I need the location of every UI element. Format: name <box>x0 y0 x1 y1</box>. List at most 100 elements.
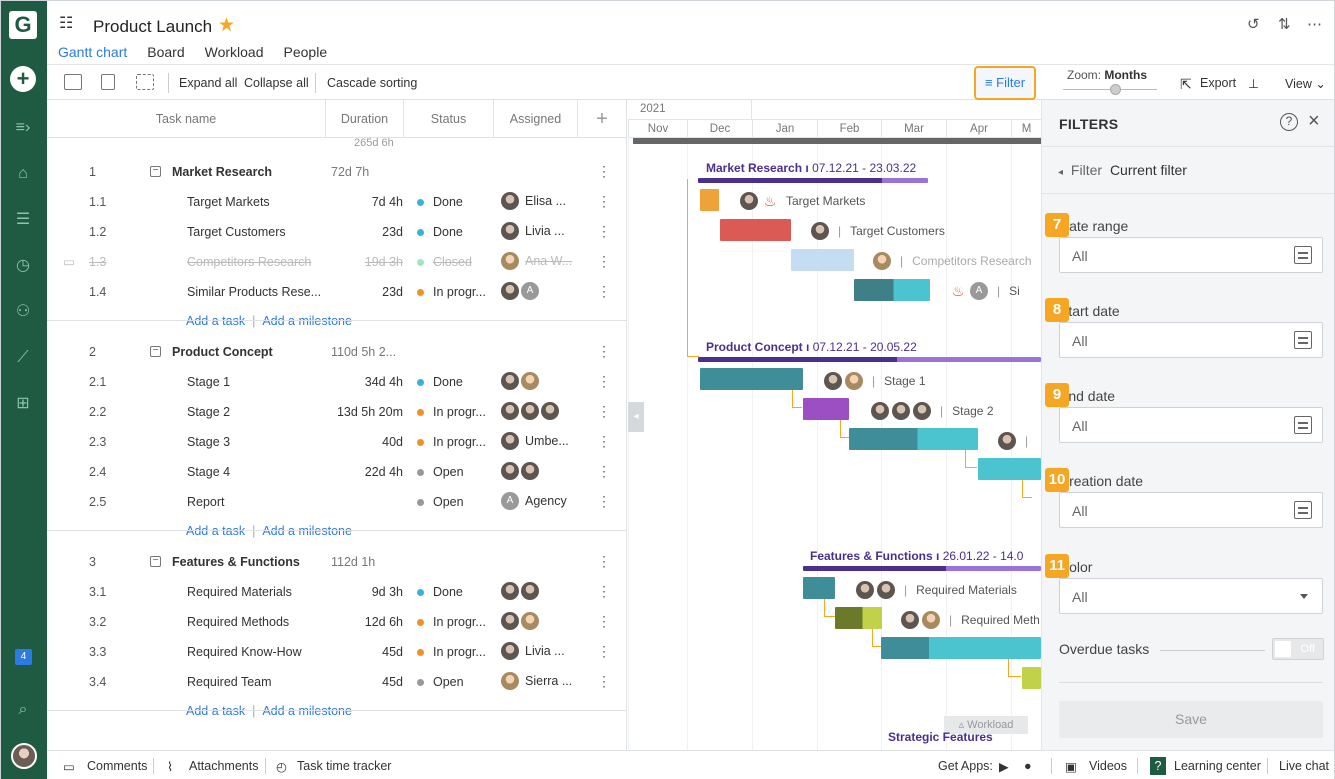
task-row[interactable]: 1.4 Similar Products Rese... 23d In progr..… <box>47 277 626 307</box>
collapse-toggle[interactable]: − <box>150 166 161 177</box>
search-icon[interactable]: ⌕ <box>12 699 34 721</box>
color-select[interactable]: All <box>1059 578 1323 614</box>
task-bar-target-customers[interactable] <box>720 219 791 241</box>
group-name[interactable]: Features & Functions <box>172 555 300 569</box>
add-milestone-link[interactable]: Add a milestone <box>262 704 352 718</box>
row-menu-icon[interactable]: ⋮ <box>597 433 611 450</box>
videos-icon[interactable]: ▣ <box>1065 759 1077 774</box>
task-row[interactable]: 3.1 Required Materials 9d 3h Done ⋮ <box>47 577 626 607</box>
date-filter-input[interactable]: All <box>1059 237 1323 273</box>
tab-board[interactable]: Board <box>147 44 184 66</box>
task-assignees[interactable] <box>501 462 545 480</box>
add-milestone-link[interactable]: Add a milestone <box>262 524 352 538</box>
task-row[interactable]: 1.2 Target Customers 23d Done Livia ... ⋮ <box>47 217 626 247</box>
ganttpro-logo[interactable]: G <box>9 11 37 39</box>
group-bar-product-concept[interactable] <box>698 357 1041 362</box>
group-row[interactable]: 2 − Product Concept 110d 5h 2... ⋮ <box>47 337 626 367</box>
task-assignees[interactable]: Elisa ... <box>501 192 566 210</box>
learning-center-icon[interactable]: ? <box>1150 757 1166 775</box>
task-row[interactable]: ▭ 1.3 Competitors Research 19d 3h Closed Ana … <box>47 247 626 277</box>
clock-icon[interactable]: ◷ <box>12 255 34 277</box>
portfolio-grid-icon[interactable]: ⊞ <box>12 393 34 415</box>
comments-icon[interactable]: ▭ <box>63 759 75 774</box>
cascade-sorting-button[interactable]: Cascade sorting <box>327 76 417 90</box>
task-bar-required-know-how[interactable] <box>881 637 1041 659</box>
row-menu-icon[interactable]: ⋮ <box>597 163 611 180</box>
export-button[interactable]: Export <box>1200 76 1236 90</box>
task-bar-stage-4[interactable] <box>978 458 1041 480</box>
task-name[interactable]: Similar Products Rese... <box>187 285 321 299</box>
task-assignees[interactable] <box>501 402 565 420</box>
export-icon[interactable]: ⇱ <box>1180 76 1192 93</box>
task-details-icon[interactable] <box>101 74 115 90</box>
collapse-all-button[interactable]: Collapse all <box>244 76 309 90</box>
help-icon[interactable]: ? <box>1280 113 1298 131</box>
task-row[interactable]: 3.4 Required Team 45d Open Sierra ... ⋮ <box>47 667 626 697</box>
collapse-grid-handle[interactable]: ◂ <box>628 402 644 432</box>
task-bar-required-materials[interactable] <box>803 577 835 599</box>
task-row[interactable]: 2.1 Stage 1 34d 4h Done ⋮ <box>47 367 626 397</box>
task-assignees[interactable]: Livia ... <box>501 222 565 240</box>
task-status[interactable]: Open <box>417 495 464 509</box>
project-title[interactable]: Product Launch <box>93 17 212 37</box>
group-bar-market-research[interactable] <box>698 178 928 183</box>
task-bar-stage-1[interactable] <box>700 368 803 390</box>
date-filter-input[interactable]: All <box>1059 492 1323 528</box>
overdue-tasks-toggle[interactable]: Off <box>1272 638 1324 660</box>
apple-icon[interactable]: ● <box>1024 759 1032 773</box>
add-milestone-link[interactable]: Add a milestone <box>262 314 352 328</box>
task-duration[interactable]: 9d 3h <box>372 585 403 599</box>
task-row[interactable]: 3.2 Required Methods 12d 6h In progr... ⋮ <box>47 607 626 637</box>
google-play-icon[interactable]: ▶ <box>999 759 1009 774</box>
column-task-name[interactable]: Task name <box>47 100 326 138</box>
task-name[interactable]: Required Team <box>187 675 272 689</box>
add-task-link[interactable]: Add a task <box>186 524 245 538</box>
task-status[interactable]: In progr... <box>417 405 486 419</box>
task-bar-required-team[interactable] <box>1022 667 1041 689</box>
group-row[interactable]: 1 − Market Research 72d 7h ⋮ <box>47 157 626 187</box>
breadcrumb-filter[interactable]: Filter <box>1071 162 1102 178</box>
task-name[interactable]: Target Markets <box>187 195 270 209</box>
task-status[interactable]: Open <box>417 465 464 479</box>
row-menu-icon[interactable]: ⋮ <box>597 583 611 600</box>
row-menu-icon[interactable]: ⋮ <box>597 253 611 270</box>
row-menu-icon[interactable]: ⋮ <box>597 193 611 210</box>
task-assignees[interactable]: A Agency <box>501 492 567 510</box>
row-menu-icon[interactable]: ⋮ <box>597 223 611 240</box>
settings-sliders-icon[interactable]: ⇅ <box>1278 15 1291 33</box>
task-name[interactable]: Required Materials <box>187 585 292 599</box>
row-menu-icon[interactable]: ⋮ <box>597 553 611 570</box>
task-assignees[interactable]: A <box>501 282 545 300</box>
task-status[interactable]: Done <box>417 195 463 209</box>
add-column-button[interactable]: + <box>578 100 626 138</box>
task-name[interactable]: Stage 4 <box>187 465 230 479</box>
task-duration[interactable]: 19d 3h <box>365 255 403 269</box>
task-row[interactable]: 2.2 Stage 2 13d 5h 20m In progr... ⋮ <box>47 397 626 427</box>
row-menu-icon[interactable]: ⋮ <box>597 463 611 480</box>
calendar-icon[interactable] <box>1294 501 1312 519</box>
task-bar-similar-products[interactable] <box>854 279 930 301</box>
task-bar-required-methods[interactable] <box>835 607 882 629</box>
task-duration[interactable]: 7d 4h <box>372 195 403 209</box>
task-assignees[interactable] <box>501 372 545 390</box>
task-bar-stage-2[interactable] <box>803 398 849 420</box>
task-status[interactable]: In progr... <box>417 645 486 659</box>
task-status[interactable]: Done <box>417 225 463 239</box>
task-name[interactable]: Stage 1 <box>187 375 230 389</box>
task-row[interactable]: 3.3 Required Know-How 45d In progr... Livia … <box>47 637 626 667</box>
learning-center-button[interactable]: Learning center <box>1174 759 1261 773</box>
task-duration[interactable]: 40d <box>382 435 403 449</box>
attachments-icon[interactable]: ⌇ <box>167 759 173 774</box>
row-menu-icon[interactable]: ⋮ <box>597 493 611 510</box>
save-button[interactable]: Save <box>1059 701 1323 738</box>
task-duration[interactable]: 34d 4h <box>365 375 403 389</box>
calendar-icon[interactable] <box>1294 416 1312 434</box>
date-filter-input[interactable]: All <box>1059 322 1323 358</box>
add-task-link[interactable]: Add a task <box>186 314 245 328</box>
user-avatar[interactable] <box>11 743 37 769</box>
task-name[interactable]: Required Methods <box>187 615 289 629</box>
back-arrow-icon[interactable]: ◂ <box>1058 167 1063 178</box>
task-duration[interactable]: 45d <box>382 645 403 659</box>
column-duration[interactable]: Duration <box>326 100 404 138</box>
attachments-button[interactable]: Attachments <box>189 759 258 773</box>
